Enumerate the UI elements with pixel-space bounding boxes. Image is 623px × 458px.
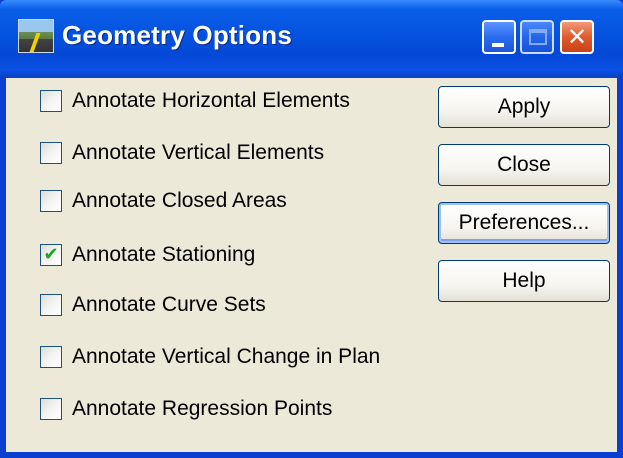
apply-button[interactable]: Apply: [438, 86, 610, 128]
maximize-button[interactable]: [520, 20, 554, 54]
checkmark-icon: ✔: [43, 244, 59, 265]
checkbox-label: Annotate Horizontal Elements: [72, 89, 350, 112]
checkbox-box[interactable]: [40, 398, 62, 420]
checkbox-label: Annotate Vertical Elements: [72, 141, 325, 164]
close-window-button[interactable]: ✕: [560, 20, 594, 54]
checkbox-label: Annotate Stationing: [72, 243, 256, 266]
geometry-options-dialog: Geometry Options ✕ Annotate Horizontal E…: [0, 0, 623, 458]
road-app-icon: [18, 19, 54, 53]
minimize-button[interactable]: [482, 20, 516, 54]
checkbox-label: Annotate Regression Points: [72, 397, 333, 420]
close-button[interactable]: Close: [438, 144, 610, 186]
checkbox-box[interactable]: [40, 142, 62, 164]
window-title: Geometry Options: [62, 20, 293, 50]
preferences-button[interactable]: Preferences...: [438, 202, 610, 244]
minimize-icon: [492, 43, 504, 47]
checkbox-label: Annotate Closed Areas: [72, 189, 287, 212]
checkbox-box[interactable]: [40, 294, 62, 316]
title-bar[interactable]: Geometry Options ✕: [0, 0, 623, 78]
checkbox-label: Annotate Curve Sets: [72, 293, 266, 316]
help-button[interactable]: Help: [438, 260, 610, 302]
checkbox-box[interactable]: ✔: [40, 244, 62, 266]
close-icon: ✕: [566, 23, 588, 51]
checkbox-box[interactable]: [40, 90, 62, 112]
maximize-icon: [529, 29, 547, 45]
checkbox-box[interactable]: [40, 346, 62, 368]
checkbox-box[interactable]: [40, 190, 62, 212]
checkbox-label: Annotate Vertical Change in Plan: [72, 345, 381, 368]
